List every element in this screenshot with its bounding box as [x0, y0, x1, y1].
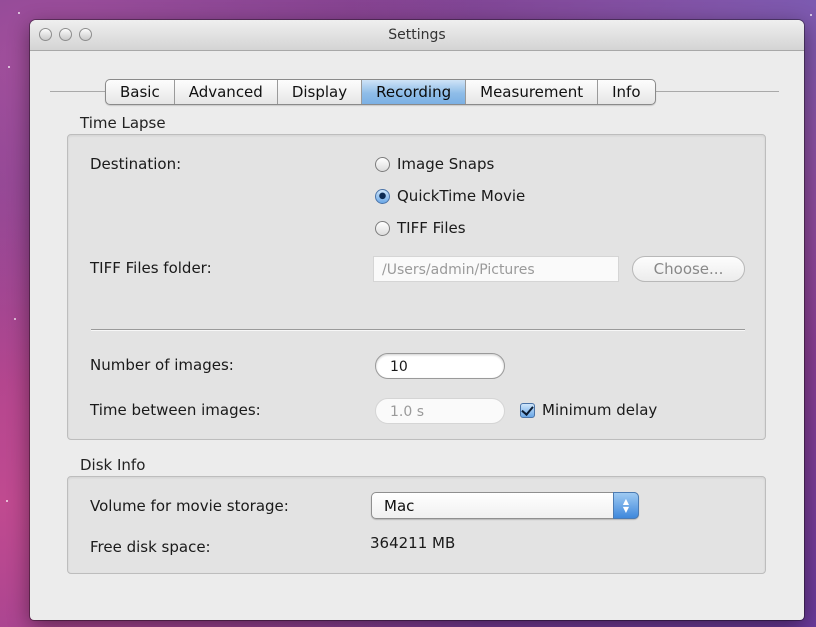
radio-button-selected[interactable]: [375, 188, 390, 204]
radio-button[interactable]: [375, 220, 390, 236]
tab-bar: Basic Advanced Display Recording Measure…: [105, 79, 656, 105]
radio-quicktime-movie[interactable]: QuickTime Movie: [375, 187, 525, 205]
checkbox-checked[interactable]: [520, 402, 535, 418]
number-of-images-label: Number of images:: [90, 356, 234, 374]
desktop-star: [6, 500, 8, 502]
desktop-star: [14, 318, 16, 320]
desktop-star: [8, 66, 10, 68]
radio-button[interactable]: [375, 156, 390, 172]
tiff-folder-label: TIFF Files folder:: [90, 259, 212, 277]
choose-button[interactable]: Choose...: [632, 256, 745, 282]
radio-tiff-files[interactable]: TIFF Files: [375, 219, 466, 237]
volume-label: Volume for movie storage:: [90, 497, 289, 515]
popup-arrows-icon: ▲ ▼: [613, 492, 639, 519]
time-lapse-section-label: Time Lapse: [80, 114, 166, 132]
destination-label: Destination:: [90, 155, 182, 173]
time-between-images-label: Time between images:: [90, 401, 261, 419]
tab-recording[interactable]: Recording: [362, 80, 467, 104]
title-bar[interactable]: Settings: [30, 20, 804, 51]
desktop-star: [18, 12, 20, 14]
desktop-star: [810, 14, 812, 16]
disk-info-section-label: Disk Info: [80, 456, 146, 474]
radio-label: QuickTime Movie: [397, 187, 526, 205]
tab-measurement[interactable]: Measurement: [466, 80, 599, 104]
settings-window: Settings Basic Advanced Display Recordin…: [30, 20, 804, 620]
radio-image-snaps[interactable]: Image Snaps: [375, 155, 494, 173]
time-lapse-group-box: [67, 134, 766, 440]
section-divider: [91, 329, 745, 330]
tab-display[interactable]: Display: [278, 80, 363, 104]
disk-info-group-box: [67, 476, 766, 574]
tab-advanced[interactable]: Advanced: [175, 80, 278, 104]
number-of-images-field[interactable]: 10: [375, 353, 505, 379]
minimum-delay-checkbox[interactable]: Minimum delay: [520, 401, 657, 419]
free-disk-space-label: Free disk space:: [90, 538, 211, 556]
free-disk-space-value: 364211 MB: [370, 534, 456, 552]
volume-popup-value: Mac: [384, 497, 415, 515]
tab-basic[interactable]: Basic: [106, 80, 175, 104]
window-title: Settings: [388, 27, 446, 43]
radio-label: TIFF Files: [397, 219, 466, 237]
volume-popup[interactable]: Mac ▲ ▼: [371, 492, 639, 519]
time-between-images-field[interactable]: 1.0 s: [375, 398, 505, 424]
tiff-folder-field[interactable]: /Users/admin/Pictures: [373, 256, 619, 282]
tab-info[interactable]: Info: [598, 80, 654, 104]
radio-label: Image Snaps: [397, 155, 495, 173]
minimum-delay-label: Minimum delay: [542, 401, 658, 419]
